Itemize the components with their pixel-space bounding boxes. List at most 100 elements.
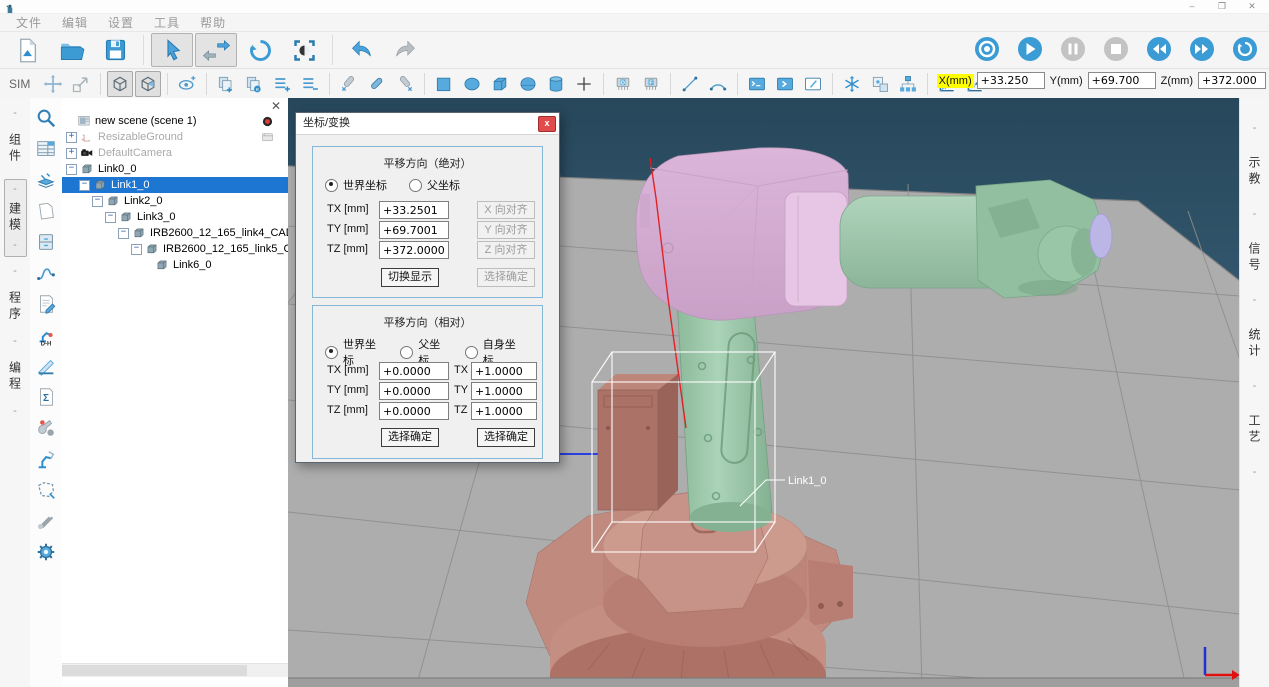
tree-item[interactable]: −IRB2600_12_165_link4_CAD_01_0	[62, 225, 288, 241]
move-gizmo-button[interactable]	[40, 71, 66, 97]
search-button[interactable]	[35, 107, 57, 129]
robot-measure-button[interactable]	[35, 448, 57, 470]
reset-button[interactable]	[1231, 35, 1259, 63]
line-tool-button[interactable]	[677, 71, 703, 97]
menu-item-0[interactable]: 文件	[6, 14, 52, 31]
scale-tool-button[interactable]	[68, 71, 94, 97]
expander-toggle[interactable]: −	[66, 164, 77, 175]
robot-forearm[interactable]	[840, 180, 1112, 298]
absolute-radio-0[interactable]: 世界坐标	[325, 177, 387, 193]
cube-section-button[interactable]	[135, 71, 161, 97]
robot-motor-box[interactable]	[598, 374, 678, 510]
tab-工艺[interactable]: 工艺	[1246, 414, 1263, 446]
tree-item[interactable]: −Link2_0	[62, 193, 288, 209]
step-forward-button[interactable]	[1188, 35, 1216, 63]
chip-f-button[interactable]: F	[638, 71, 664, 97]
close-button[interactable]: ✕	[1237, 0, 1267, 12]
tab-示教[interactable]: 示教	[1246, 156, 1263, 188]
tx-relative-input[interactable]	[379, 362, 449, 380]
panel-close-icon[interactable]: ✕	[271, 100, 281, 112]
tool-ball-button[interactable]	[35, 417, 57, 439]
toggle-display-button[interactable]: 切换显示	[381, 268, 439, 287]
ty-absolute-input[interactable]	[379, 221, 449, 239]
redo-button[interactable]	[384, 33, 426, 67]
measure-ruler-button[interactable]	[35, 355, 57, 377]
pause-button[interactable]	[1059, 35, 1087, 63]
tree-item[interactable]: +DefaultCamera	[62, 145, 288, 161]
ground-icon[interactable]	[261, 131, 274, 144]
minimize-button[interactable]: –	[1177, 0, 1207, 12]
duplicate-add-button[interactable]	[213, 71, 239, 97]
shape-cylinder-button[interactable]	[543, 71, 569, 97]
edit-doc-button[interactable]	[35, 293, 57, 315]
relative-confirm-right-button[interactable]: 选择确定	[477, 428, 535, 447]
select-tool-button[interactable]	[151, 33, 193, 67]
shape-sphere-button[interactable]	[515, 71, 541, 97]
menu-item-4[interactable]: 帮助	[190, 14, 236, 31]
rotate-tool-button[interactable]	[239, 33, 281, 67]
robot-dh-button[interactable]: D-H	[35, 324, 57, 346]
tz-relative-input[interactable]	[379, 402, 449, 420]
ty-relative-input[interactable]	[379, 382, 449, 400]
z-coordinate-input[interactable]	[1198, 72, 1266, 89]
shape-box-button[interactable]	[487, 71, 513, 97]
absolute-radio-1[interactable]: 父坐标	[409, 177, 460, 193]
expander-toggle[interactable]: −	[118, 228, 129, 239]
tz-step-input[interactable]	[471, 402, 537, 420]
list-add-button[interactable]	[269, 71, 295, 97]
brush-button[interactable]	[364, 71, 390, 97]
undo-button[interactable]	[340, 33, 382, 67]
play-button[interactable]	[1016, 35, 1044, 63]
new-file-button[interactable]	[6, 33, 48, 67]
arc-tool-button[interactable]	[705, 71, 731, 97]
tree-item[interactable]: Link6_0	[62, 257, 288, 273]
terminal-prompt-button[interactable]	[744, 71, 770, 97]
focus-tool-button[interactable]	[283, 33, 325, 67]
scrollbar-thumb[interactable]	[62, 665, 247, 676]
x-coordinate-input[interactable]	[977, 72, 1045, 89]
table-view-button[interactable]	[35, 138, 57, 160]
robot-tool-tip[interactable]	[1090, 214, 1112, 258]
tx-step-input[interactable]	[471, 362, 537, 380]
expander-toggle[interactable]: −	[79, 180, 90, 191]
chip-d-button[interactable]: D	[610, 71, 636, 97]
tree-node-button[interactable]	[895, 71, 921, 97]
record-button[interactable]	[973, 35, 1001, 63]
menu-item-2[interactable]: 设置	[98, 14, 144, 31]
copy-node-button[interactable]	[867, 71, 893, 97]
expander-toggle[interactable]: +	[66, 132, 77, 143]
expander-toggle[interactable]: −	[92, 196, 103, 207]
y-coordinate-input[interactable]	[1088, 72, 1156, 89]
eye-add-button[interactable]	[174, 71, 200, 97]
sigma-doc-button[interactable]: Σ	[35, 386, 57, 408]
translate-tool-button[interactable]	[195, 33, 237, 67]
menu-item-1[interactable]: 编辑	[52, 14, 98, 31]
brush-flag-button[interactable]	[392, 71, 418, 97]
duplicate-sync-button[interactable]: e	[241, 71, 267, 97]
lasso-button[interactable]	[35, 479, 57, 501]
restore-button[interactable]: ❐	[1207, 0, 1237, 12]
tab-组件[interactable]: 组件	[7, 133, 24, 165]
terminal-play-button[interactable]	[772, 71, 798, 97]
tab-建模-selected[interactable]: -建模-	[4, 179, 27, 257]
y-align-button[interactable]: Y 向对齐	[477, 221, 535, 239]
snowflake-button[interactable]	[839, 71, 865, 97]
drawer-button[interactable]	[35, 231, 57, 253]
cube-wireframe-button[interactable]	[107, 71, 133, 97]
tree-item[interactable]: new scene (scene 1)	[62, 113, 288, 129]
relative-confirm-left-button[interactable]: 选择确定	[381, 428, 439, 447]
tab-信号[interactable]: 信号	[1246, 242, 1263, 274]
menu-item-3[interactable]: 工具	[144, 14, 190, 31]
save-file-button[interactable]	[94, 33, 136, 67]
expander-toggle[interactable]: +	[66, 148, 77, 159]
shape-ellipse-button[interactable]	[459, 71, 485, 97]
import-model-button[interactable]	[35, 169, 57, 191]
dialog-close-button[interactable]: x	[538, 116, 556, 132]
tab-程序[interactable]: 程序	[7, 291, 24, 323]
open-file-button[interactable]	[50, 33, 92, 67]
tab-编程[interactable]: 编程	[7, 361, 24, 393]
x-align-button[interactable]: X 向对齐	[477, 201, 535, 219]
ty-step-input[interactable]	[471, 382, 537, 400]
terminal-slash-button[interactable]	[800, 71, 826, 97]
tree-horizontal-scrollbar[interactable]	[62, 663, 288, 677]
